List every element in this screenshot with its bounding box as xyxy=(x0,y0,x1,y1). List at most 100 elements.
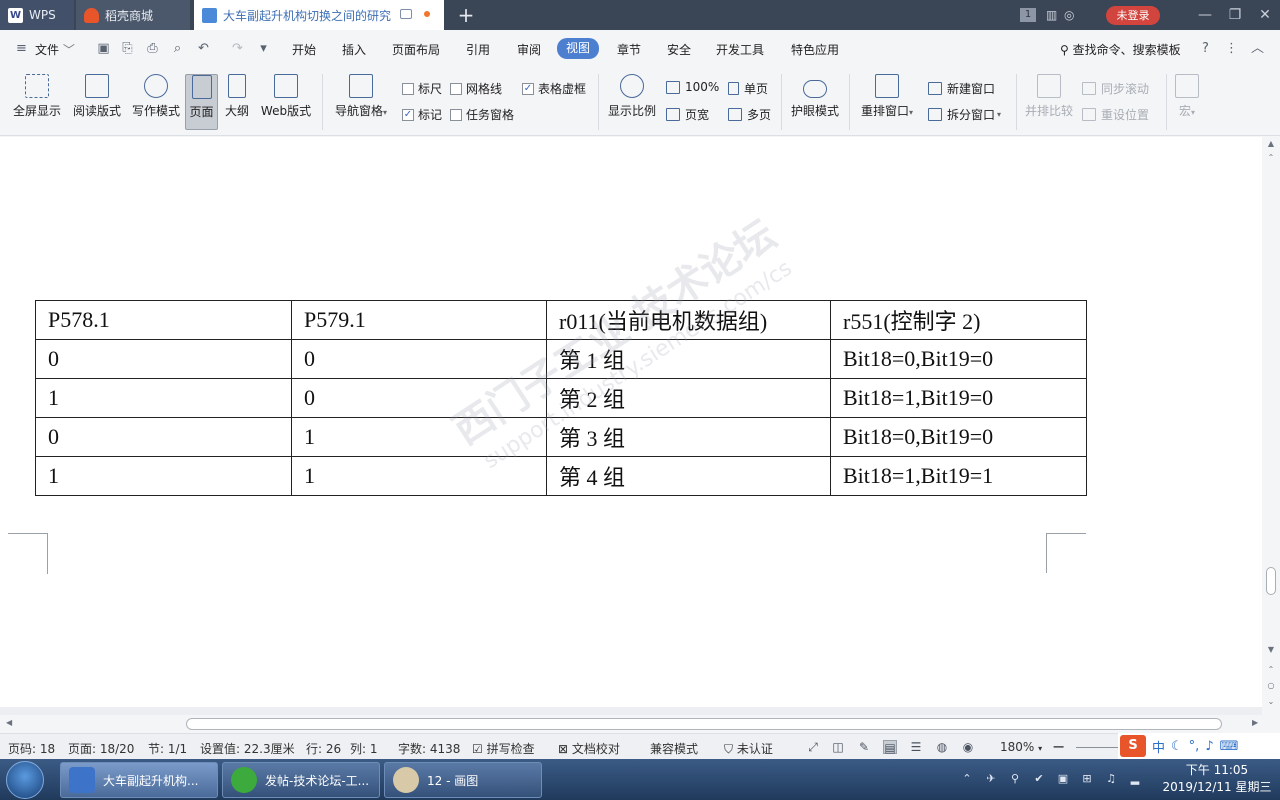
table-cell[interactable]: 1 xyxy=(291,417,547,457)
signal-icon[interactable]: ▂ xyxy=(1128,772,1142,786)
zoom-button[interactable]: 显示比例 xyxy=(604,74,660,119)
single-page-button[interactable]: 单页 xyxy=(728,80,768,97)
ime-toolbar[interactable]: S 中 ☾ °, ♪ ⌨ xyxy=(1118,733,1280,759)
file-menu[interactable]: 文件 ﹀ xyxy=(35,41,75,58)
taskbar-item-browser[interactable]: 发帖-技术论坛-工... xyxy=(222,762,380,798)
taskbar-clock[interactable]: 下午 11:05 2019/12/11 星期三 xyxy=(1162,762,1272,796)
menu-special-apps[interactable]: 特色应用 xyxy=(791,41,839,58)
tray-plane-icon[interactable]: ✈ xyxy=(984,772,998,786)
table-cell[interactable]: Bit18=1,Bit19=1 xyxy=(830,456,1087,496)
page-view-button[interactable]: 页面 xyxy=(185,74,218,130)
eye-icon[interactable]: ◉ xyxy=(961,740,975,754)
page-view-icon[interactable]: ▤ xyxy=(883,740,897,755)
collapse-ribbon-icon[interactable]: ︿ xyxy=(1250,41,1265,56)
print-icon[interactable]: ⎙ xyxy=(145,41,160,56)
new-window-button[interactable]: 新建窗口 xyxy=(928,80,995,97)
table-cell[interactable]: 0 xyxy=(35,417,292,457)
writing-mode-button[interactable]: 写作模式 xyxy=(129,74,183,119)
gridlines-checkbox[interactable]: 网格线 xyxy=(450,80,502,97)
ruler-checkbox[interactable]: 标尺 xyxy=(402,80,442,97)
menu-dev-tools[interactable]: 开发工具 xyxy=(716,41,764,58)
tray-search-icon[interactable]: ⚲ xyxy=(1008,772,1022,786)
navigation-pane-button[interactable]: 导航窗格▾ xyxy=(330,74,392,119)
table-cell[interactable]: r011(当前电机数据组) xyxy=(546,300,831,340)
scrollbar-thumb[interactable] xyxy=(1266,567,1276,595)
scroll-up-icon[interactable]: ▲ xyxy=(1266,139,1276,148)
split-window-button[interactable]: 拆分窗口 ▾ xyxy=(928,106,1001,123)
tray-network-icon[interactable]: ⊞ xyxy=(1080,772,1094,786)
table-cell[interactable]: P578.1 xyxy=(35,300,292,340)
cloud-icon[interactable]: ◎ xyxy=(1064,0,1074,30)
window-count[interactable]: 1 xyxy=(1020,0,1036,30)
page-width-button[interactable]: 页宽 xyxy=(666,106,709,123)
status-page[interactable]: 页面: 18/20 xyxy=(68,740,134,757)
table-cell[interactable]: 1 xyxy=(35,378,292,418)
reading-layout-button[interactable]: 阅读版式 xyxy=(70,74,124,119)
output-icon[interactable]: ⎘ xyxy=(120,41,135,56)
ime-mode-label[interactable]: 中 xyxy=(1152,737,1165,756)
markup-checkbox[interactable]: ✓ 标记 xyxy=(402,106,442,123)
taskbar-item-wps[interactable]: 大车副起升机构... xyxy=(60,762,218,798)
zoom-slider[interactable] xyxy=(1076,747,1120,748)
reading-icon[interactable]: ◫ xyxy=(831,740,845,754)
redo-icon[interactable]: ↷ xyxy=(230,41,245,56)
scroll-left-icon[interactable]: ◀ xyxy=(6,718,12,727)
spell-check-button[interactable]: ☑ 拼写检查 xyxy=(472,740,535,757)
multi-page-button[interactable]: 多页 xyxy=(728,106,771,123)
unverified-button[interactable]: ⛉ 未认证 xyxy=(724,740,773,757)
table-cell[interactable]: 第 4 组 xyxy=(546,456,831,496)
table-cell[interactable]: Bit18=1,Bit19=0 xyxy=(830,378,1087,418)
table-cell[interactable]: r551(控制字 2) xyxy=(830,300,1087,340)
select-browse-icon[interactable]: ○ xyxy=(1266,681,1276,690)
table-cell[interactable]: 第 3 组 xyxy=(546,417,831,457)
hamburger-icon[interactable]: ≡ xyxy=(14,41,29,56)
table-cell[interactable]: Bit18=0,Bit19=0 xyxy=(830,339,1087,379)
more-icon[interactable]: ⋮ xyxy=(1224,41,1239,56)
volume-icon[interactable]: ♫ xyxy=(1104,772,1118,786)
scrollbar-thumb[interactable] xyxy=(186,718,1222,730)
status-word-count[interactable]: 字数: 4138 xyxy=(398,740,460,757)
table-gridlines-checkbox[interactable]: ✓ 表格虚框 xyxy=(522,80,586,97)
outline-button[interactable]: 大纲 xyxy=(222,74,252,119)
vertical-scrollbar[interactable]: ▲ ⌃ ▼ ⌃ ○ ⌄ xyxy=(1262,137,1280,715)
status-page-code[interactable]: 页码: 18 xyxy=(8,740,55,757)
table-cell[interactable]: 1 xyxy=(291,456,547,496)
table-cell[interactable]: 第 1 组 xyxy=(546,339,831,379)
start-button[interactable] xyxy=(6,761,44,799)
menu-view[interactable]: 视图 xyxy=(557,38,600,59)
print-preview-icon[interactable]: ⌕ xyxy=(170,41,185,56)
outline-icon[interactable]: ☰ xyxy=(909,740,923,754)
horizontal-scrollbar[interactable]: ◀ ▶ xyxy=(0,715,1262,733)
prev-page-icon[interactable]: ⌃ xyxy=(1266,665,1276,674)
eye-protection-button[interactable]: 护眼模式 xyxy=(788,74,842,119)
reset-position-button[interactable]: 重设位置 xyxy=(1082,106,1149,123)
table-cell[interactable]: 第 2 组 xyxy=(546,378,831,418)
tray-display-icon[interactable]: ▣ xyxy=(1056,772,1070,786)
microphone-icon[interactable]: ♪ xyxy=(1205,739,1213,754)
web-layout-button[interactable]: Web版式 xyxy=(258,74,314,119)
scroll-right-icon[interactable]: ▶ xyxy=(1252,718,1258,727)
table-cell[interactable]: Bit18=0,Bit19=0 xyxy=(830,417,1087,457)
zoom-out-icon[interactable]: − xyxy=(1052,737,1065,756)
side-by-side-button[interactable]: 并排比较 xyxy=(1022,74,1076,119)
fullscreen-icon[interactable]: ⤢ xyxy=(806,740,820,754)
table-cell[interactable]: 0 xyxy=(291,378,547,418)
login-button[interactable]: 未登录 xyxy=(1106,6,1160,25)
menu-review[interactable]: 审阅 xyxy=(517,41,541,58)
menu-references[interactable]: 引用 xyxy=(466,41,490,58)
tab-daoke-store[interactable]: 稻壳商城 xyxy=(76,0,190,30)
web-globe-icon[interactable]: ◍ xyxy=(935,740,949,754)
sync-scroll-button[interactable]: 同步滚动 xyxy=(1082,80,1149,97)
menu-insert[interactable]: 插入 xyxy=(342,41,366,58)
punctuation-icon[interactable]: °, xyxy=(1189,739,1200,754)
menu-page-layout[interactable]: 页面布局 xyxy=(392,41,440,58)
next-page-icon[interactable]: ⌄ xyxy=(1266,697,1276,706)
menu-security[interactable]: 安全 xyxy=(667,41,691,58)
table-cell[interactable]: 0 xyxy=(291,339,547,379)
skin-icon[interactable]: ▥ xyxy=(1046,0,1057,30)
scroll-down-icon[interactable]: ▼ xyxy=(1266,645,1276,654)
fullscreen-button[interactable]: 全屏显示 xyxy=(10,74,64,119)
doc-proof-button[interactable]: ⊠ 文档校对 xyxy=(558,740,620,757)
tab-screen-icon[interactable] xyxy=(400,9,412,19)
command-search[interactable]: ⚲ 查找命令、搜索模板 xyxy=(1060,41,1181,58)
